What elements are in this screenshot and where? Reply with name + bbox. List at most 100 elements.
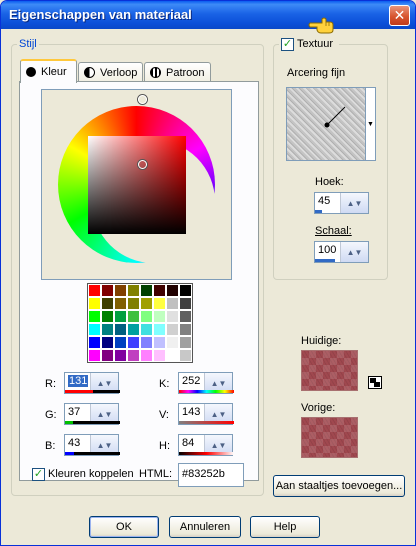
half-circle-icon [84,67,95,78]
previous-material-swatch[interactable] [301,417,358,458]
saturation-value-square[interactable] [88,136,186,234]
palette-swatch[interactable] [166,323,179,336]
help-button[interactable]: Help [250,516,320,538]
r-label: R: [45,378,56,390]
palette-swatch[interactable] [179,349,192,362]
current-label: Huidige: [301,335,342,347]
v-spinner[interactable]: 143 ▲▼ [178,403,234,425]
color-wheel-box [41,89,232,280]
close-button[interactable]: ✕ [389,5,410,26]
palette-swatch[interactable] [166,297,179,310]
palette-swatch[interactable] [179,284,192,297]
previous-label: Vorige: [301,402,336,414]
title-bar: Eigenschappen van materiaal ✕ [1,1,415,29]
palette-swatch[interactable] [127,323,140,336]
palette-swatch[interactable] [114,349,127,362]
palette-swatch[interactable] [88,336,101,349]
palette-swatch[interactable] [153,349,166,362]
palette-swatch[interactable] [88,323,101,336]
html-color-input[interactable]: #83252b [178,463,244,487]
texture-dropdown-arrow-icon[interactable]: ▼ [366,87,376,161]
v-level-bar [179,421,234,424]
palette-swatch[interactable] [153,284,166,297]
palette-swatch[interactable] [179,297,192,310]
palette-swatch[interactable] [140,284,153,297]
palette-swatch[interactable] [101,297,114,310]
palette-swatch[interactable] [114,310,127,323]
palette-swatch[interactable] [127,297,140,310]
palette-swatch[interactable] [166,284,179,297]
add-to-swatches-button[interactable]: Aan staaltjes toevoegen... [273,475,405,497]
palette-swatch[interactable] [101,284,114,297]
palette-swatch[interactable] [179,323,192,336]
palette-swatch[interactable] [166,310,179,323]
r-value[interactable]: 131 [68,375,89,387]
k-level-bar [179,390,234,393]
tab-kleur[interactable]: Kleur [20,59,77,83]
current-material-swatch [301,350,358,391]
link-colors-checkbox[interactable]: ✓ [32,468,45,481]
link-colors-label: Kleuren koppelen [48,468,134,480]
palette-swatch[interactable] [114,323,127,336]
tab-label: Kleur [41,66,67,78]
palette-swatch[interactable] [153,297,166,310]
r-spinner[interactable]: 131 ▲▼ [64,372,120,394]
hoek-spinner[interactable]: 45 ▲▼ [314,192,369,214]
cancel-button[interactable]: Annuleren [169,516,241,538]
palette-swatch[interactable] [140,336,153,349]
palette-swatch[interactable] [127,336,140,349]
k-label: K: [159,378,170,390]
style-group-label: Stijl [17,38,39,50]
tab-verloop[interactable]: Verloop [78,62,143,82]
texture-checkbox[interactable]: ✓ [281,38,294,51]
color-marker[interactable] [138,160,147,169]
b-label: B: [45,440,56,452]
g-spinner[interactable]: 37 ▲▼ [64,403,120,425]
v-label: V: [159,409,169,421]
tab-label: Verloop [100,66,138,79]
palette-swatch[interactable] [114,297,127,310]
palette-swatch[interactable] [88,297,101,310]
palette-swatch[interactable] [153,336,166,349]
spin-arrows-icon[interactable]: ▲▼ [341,193,368,213]
palette-swatch[interactable] [140,310,153,323]
hoek-level-bar [315,210,322,213]
palette-swatch[interactable] [101,349,114,362]
palette-swatch[interactable] [114,336,127,349]
palette-swatch[interactable] [153,310,166,323]
palette-swatch[interactable] [101,323,114,336]
palette-swatch[interactable] [166,349,179,362]
hue-marker[interactable] [138,95,147,104]
texture-name: Arcering fijn [287,67,346,79]
palette-swatch[interactable] [101,310,114,323]
k-spinner[interactable]: 252 ▲▼ [178,372,234,394]
b-spinner[interactable]: 43 ▲▼ [64,434,120,456]
palette-swatch[interactable] [127,310,140,323]
palette-swatch[interactable] [127,284,140,297]
palette-swatch[interactable] [88,310,101,323]
material-properties-dialog: Eigenschappen van materiaal ✕ Stijl Kleu… [0,0,416,546]
schaal-level-bar [315,259,335,262]
palette-swatch[interactable] [101,336,114,349]
palette-swatch[interactable] [179,336,192,349]
spin-arrows-icon[interactable]: ▲▼ [341,242,368,262]
palette-swatch[interactable] [140,349,153,362]
schaal-spinner[interactable]: 100 ▲▼ [314,241,369,263]
texture-checkbox-label: Textuur [297,38,334,50]
palette-swatch[interactable] [140,323,153,336]
palette-swatch[interactable] [140,297,153,310]
pattern-icon [150,67,161,78]
swap-icon[interactable] [368,376,382,389]
ok-button[interactable]: OK [89,516,159,538]
palette-swatch[interactable] [179,310,192,323]
palette-swatch[interactable] [114,284,127,297]
palette-swatch[interactable] [166,336,179,349]
palette-swatch[interactable] [153,323,166,336]
palette-swatch[interactable] [127,349,140,362]
html-label: HTML: [139,468,172,480]
h-spinner[interactable]: 84 ▲▼ [178,434,234,456]
tab-patroon[interactable]: Patroon [144,62,211,82]
texture-preview[interactable] [286,87,366,161]
palette-swatch[interactable] [88,284,101,297]
palette-swatch[interactable] [88,349,101,362]
